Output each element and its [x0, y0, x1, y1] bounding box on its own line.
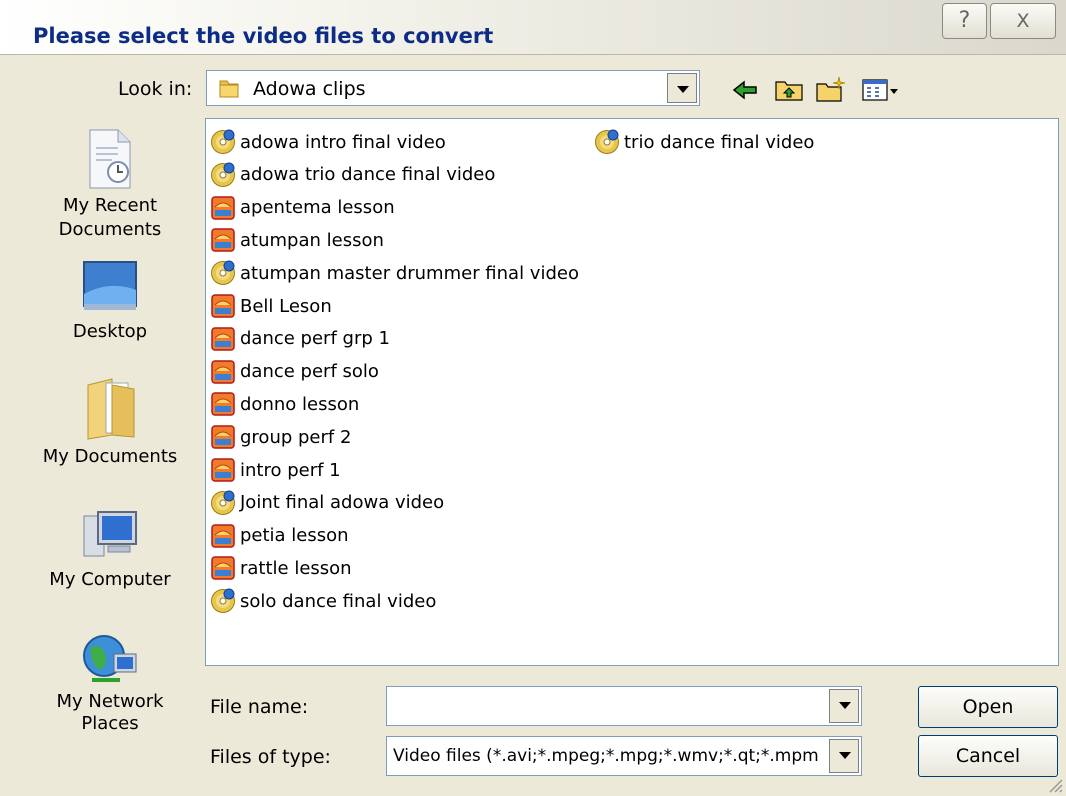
- file-item[interactable]: donno lesson: [210, 389, 359, 419]
- file-name-dropdown-button[interactable]: [829, 689, 859, 723]
- dvd-video-icon: [211, 490, 235, 515]
- place-label-line1: Desktop: [72, 321, 148, 342]
- video-file-icon: [211, 425, 235, 449]
- video-file-icon: [211, 458, 235, 482]
- place-label-line1: My Computer: [49, 569, 171, 590]
- file-item[interactable]: dance perf solo: [210, 357, 379, 387]
- video-file-icon: [211, 556, 235, 581]
- place-label-line1: My Network: [56, 691, 164, 712]
- file-item[interactable]: adowa trio dance final video: [210, 160, 495, 190]
- folder-icon: [219, 80, 239, 98]
- file-item-label: dance perf grp 1: [240, 328, 390, 350]
- file-item-label: solo dance final video: [240, 590, 437, 612]
- video-file-icon: [211, 294, 235, 318]
- view-menu-icon[interactable]: [860, 75, 900, 105]
- my-computer-icon: [83, 511, 137, 557]
- cancel-button[interactable]: Cancel: [918, 735, 1058, 777]
- file-item-label: rattle lesson: [240, 557, 352, 579]
- look-in-dropdown-button[interactable]: [667, 73, 697, 103]
- file-item-label: group perf 2: [240, 426, 352, 448]
- open-button[interactable]: Open: [918, 686, 1058, 728]
- up-folder-icon[interactable]: [772, 75, 806, 105]
- video-file-icon: [211, 392, 235, 417]
- file-item-label: dance perf solo: [240, 361, 379, 383]
- video-file-icon: [211, 327, 235, 351]
- look-in-label: Look in:: [118, 78, 193, 100]
- file-name-field[interactable]: [386, 686, 862, 726]
- place-label-line2: Documents: [58, 219, 162, 240]
- place-label-line1: My Documents: [42, 446, 178, 467]
- file-item-label: adowa intro final video: [240, 131, 446, 153]
- file-item[interactable]: apentema lesson: [210, 193, 395, 223]
- file-item[interactable]: trio dance final video: [594, 127, 814, 157]
- video-file-icon: [211, 195, 235, 220]
- file-item[interactable]: group perf 2: [210, 422, 351, 452]
- file-item-label: petia lesson: [240, 525, 349, 547]
- video-file-icon: [211, 523, 235, 548]
- file-item-label: trio dance final video: [624, 131, 815, 153]
- title-bar: Please select the video files to convert…: [0, 0, 1066, 55]
- files-of-type-dropdown-button[interactable]: [829, 739, 859, 773]
- help-button[interactable]: ?: [942, 3, 987, 39]
- file-item[interactable]: adowa intro final video: [210, 127, 446, 157]
- file-item-label: donno lesson: [240, 393, 360, 415]
- files-of-type-value: Video files (*.avi;*.mpeg;*.mpg;*.wmv;*.…: [393, 746, 819, 766]
- files-of-type-select[interactable]: Video files (*.avi;*.mpeg;*.mpg;*.wmv;*.…: [386, 736, 862, 776]
- file-item[interactable]: dance perf grp 1: [210, 324, 390, 354]
- dvd-video-icon: [595, 129, 619, 154]
- file-item-label: Bell Leson: [240, 295, 332, 317]
- file-item[interactable]: solo dance final video: [210, 586, 436, 616]
- file-item[interactable]: rattle lesson: [210, 553, 352, 583]
- close-icon: X: [1016, 10, 1030, 32]
- help-icon: ?: [958, 8, 971, 33]
- dvd-video-icon: [211, 162, 235, 187]
- file-item-label: atumpan master drummer final video: [240, 262, 579, 284]
- recent-documents-icon: [89, 129, 131, 189]
- file-item-label: atumpan lesson: [240, 229, 384, 251]
- place-label-line1: My Recent: [62, 195, 158, 216]
- file-list[interactable]: adowa intro final video adowa trio dance …: [205, 118, 1059, 666]
- dvd-video-icon: [211, 260, 235, 286]
- back-arrow-icon[interactable]: [728, 75, 762, 105]
- dvd-video-icon: [211, 129, 235, 154]
- file-item[interactable]: petia lesson: [210, 521, 349, 551]
- file-item-label: Joint final adowa video: [240, 492, 445, 514]
- dialog-title: Please select the video files to convert: [33, 24, 494, 48]
- file-item-label: intro perf 1: [240, 459, 341, 481]
- place-label-line2: Places: [81, 713, 139, 734]
- look-in-combo[interactable]: Adowa clips: [206, 70, 700, 106]
- file-name-label: File name:: [210, 696, 309, 718]
- desktop-icon: [83, 261, 137, 310]
- file-item[interactable]: Joint final adowa video: [210, 488, 444, 518]
- look-in-value: Adowa clips: [253, 78, 366, 100]
- video-file-icon: [211, 228, 235, 253]
- file-item[interactable]: atumpan master drummer final video: [210, 258, 579, 288]
- file-item[interactable]: Bell Leson: [210, 291, 332, 321]
- file-item[interactable]: atumpan lesson: [210, 225, 384, 255]
- my-network-places-icon: [83, 635, 137, 682]
- my-documents-icon: [87, 378, 135, 440]
- new-folder-icon[interactable]: [814, 75, 848, 105]
- open-file-dialog: Please select the video files to convert…: [0, 0, 1066, 796]
- resize-grip-icon[interactable]: [1046, 776, 1064, 794]
- close-button[interactable]: X: [990, 3, 1056, 39]
- files-of-type-label: Files of type:: [210, 746, 331, 768]
- file-item-label: apentema lesson: [240, 197, 395, 219]
- file-item[interactable]: intro perf 1: [210, 455, 341, 485]
- file-item-label: adowa trio dance final video: [240, 164, 496, 186]
- video-file-icon: [211, 359, 235, 384]
- dvd-video-icon: [211, 588, 235, 614]
